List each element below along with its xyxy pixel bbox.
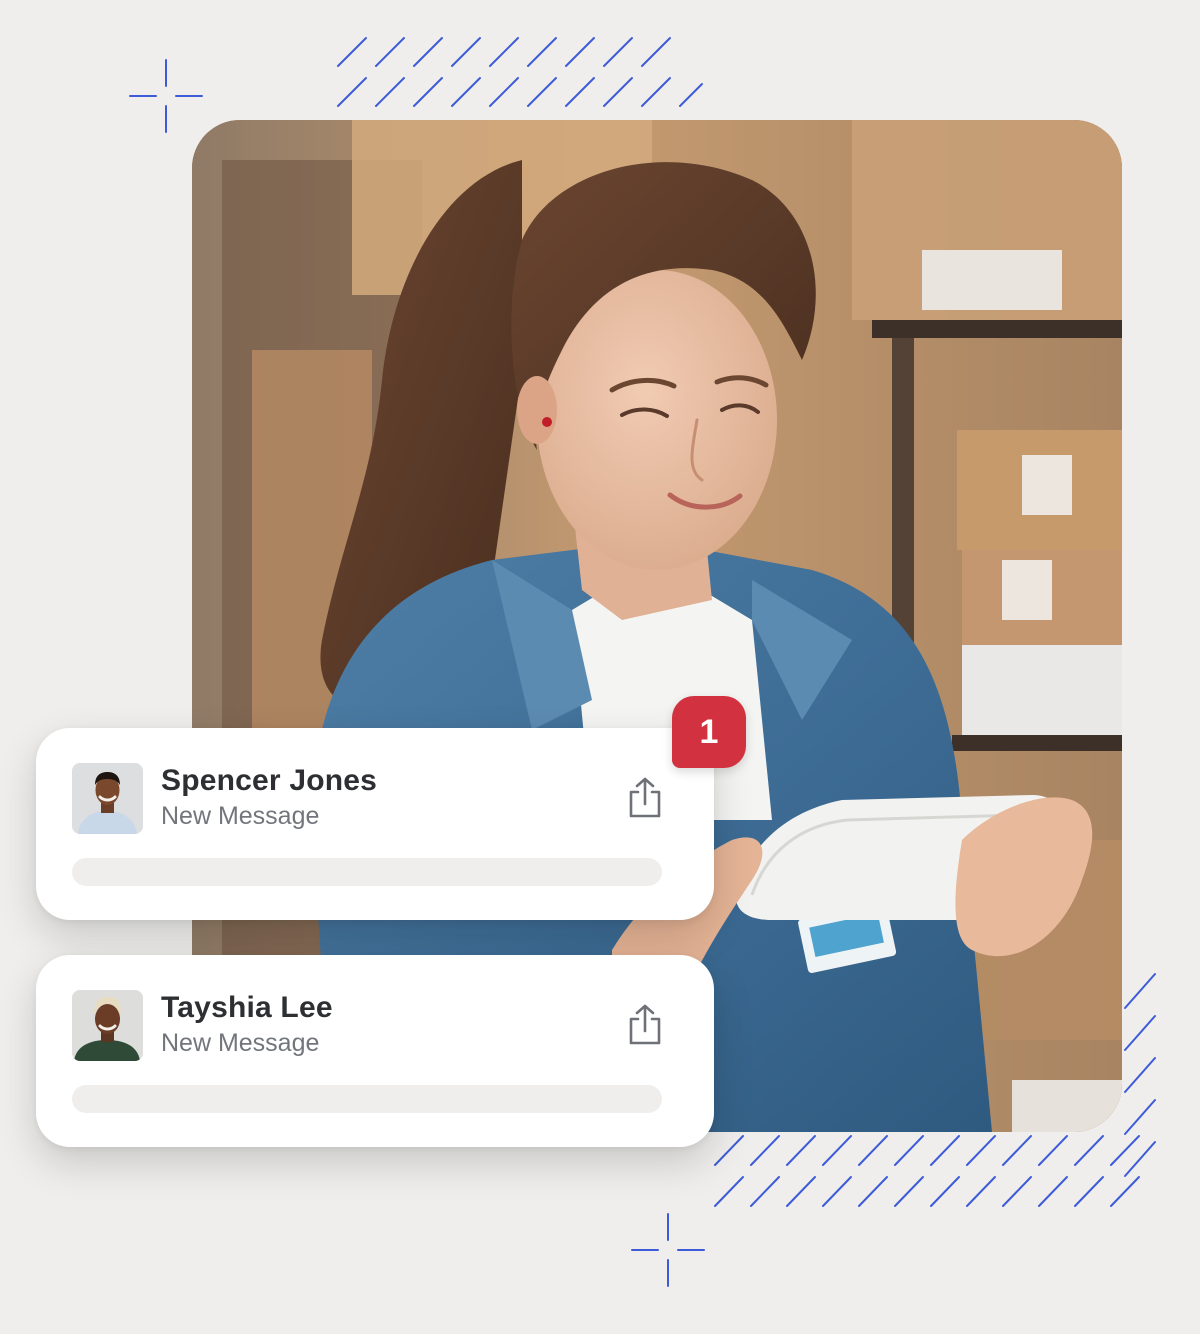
share-icon[interactable] [624, 1003, 666, 1047]
crosshair-decoration [631, 1213, 705, 1287]
share-icon[interactable] [624, 776, 666, 820]
sender-name: Tayshia Lee [161, 991, 333, 1024]
message-subtitle: New Message [161, 1029, 320, 1057]
notification-card[interactable]: Tayshia Lee New Message [36, 955, 714, 1147]
man-portrait-avatar [72, 763, 143, 834]
notification-card[interactable]: Spencer Jones New Message [36, 728, 714, 920]
message-subtitle: New Message [161, 802, 320, 830]
message-preview-placeholder [72, 1085, 662, 1113]
crosshair-decoration [129, 59, 203, 133]
diagonal-hatch-decoration [337, 37, 703, 107]
message-preview-placeholder [72, 858, 662, 886]
woman-portrait-avatar [72, 990, 143, 1061]
sender-name: Spencer Jones [161, 764, 378, 797]
unread-count-badge: 1 [672, 696, 746, 768]
